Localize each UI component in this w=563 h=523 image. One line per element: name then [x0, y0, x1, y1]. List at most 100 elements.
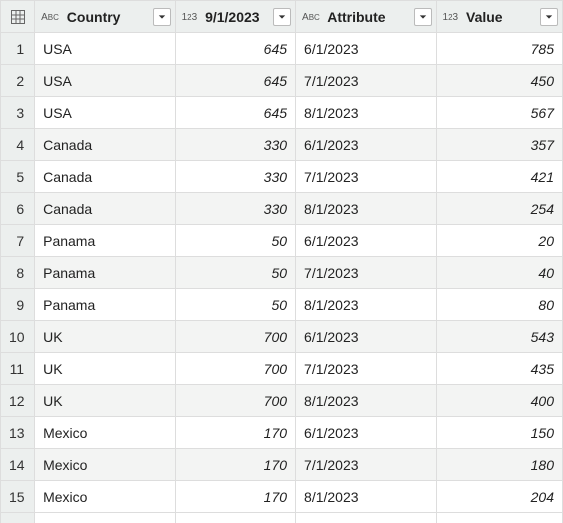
row-number[interactable]: 8: [1, 257, 35, 289]
cell-country[interactable]: Panama: [35, 289, 176, 321]
cell-value[interactable]: 204: [436, 481, 562, 513]
cell-country[interactable]: Mexico: [35, 449, 176, 481]
cell-country[interactable]: Mexico: [35, 417, 176, 449]
table-row[interactable]: 7Panama506/1/202320: [1, 225, 563, 257]
cell-sep1[interactable]: 170: [175, 417, 295, 449]
column-header-value[interactable]: 123 Value: [436, 1, 562, 33]
cell-sep1[interactable]: 170: [175, 449, 295, 481]
cell-attribute[interactable]: 7/1/2023: [296, 449, 437, 481]
filter-dropdown[interactable]: [414, 8, 432, 26]
cell-country[interactable]: UK: [35, 385, 176, 417]
table-row[interactable]: 6Canada3308/1/2023254: [1, 193, 563, 225]
row-number[interactable]: 5: [1, 161, 35, 193]
table-row[interactable]: 10UK7006/1/2023543: [1, 321, 563, 353]
cell-attribute[interactable]: 6/1/2023: [296, 129, 437, 161]
cell-attribute[interactable]: 7/1/2023: [296, 161, 437, 193]
row-number[interactable]: 3: [1, 97, 35, 129]
cell-value[interactable]: 357: [436, 129, 562, 161]
cell-sep1[interactable]: 170: [175, 481, 295, 513]
cell-value[interactable]: 254: [436, 193, 562, 225]
cell-attribute[interactable]: 6/1/2023: [296, 321, 437, 353]
cell-attribute[interactable]: 7/1/2023: [296, 65, 437, 97]
cell-value[interactable]: 421: [436, 161, 562, 193]
cell-sep1[interactable]: 50: [175, 289, 295, 321]
table-row[interactable]: 13Mexico1706/1/2023150: [1, 417, 563, 449]
cell-attribute[interactable]: 8/1/2023: [296, 97, 437, 129]
cell-value[interactable]: 435: [436, 353, 562, 385]
table-row[interactable]: 4Canada3306/1/2023357: [1, 129, 563, 161]
row-number[interactable]: 10: [1, 321, 35, 353]
filter-dropdown[interactable]: [273, 8, 291, 26]
cell-country[interactable]: Panama: [35, 257, 176, 289]
row-number[interactable]: 1: [1, 33, 35, 65]
cell-sep1[interactable]: 645: [175, 65, 295, 97]
cell-country[interactable]: USA: [35, 33, 176, 65]
row-number[interactable]: 12: [1, 385, 35, 417]
row-number[interactable]: 6: [1, 193, 35, 225]
select-all-corner[interactable]: [1, 1, 35, 33]
column-label: 9/1/2023: [205, 9, 260, 25]
cell-sep1[interactable]: 700: [175, 385, 295, 417]
cell-sep1[interactable]: 645: [175, 97, 295, 129]
column-header-attribute[interactable]: ABC Attribute: [296, 1, 437, 33]
cell-country[interactable]: USA: [35, 65, 176, 97]
cell-country[interactable]: UK: [35, 353, 176, 385]
table-row[interactable]: 11UK7007/1/2023435: [1, 353, 563, 385]
row-number[interactable]: 7: [1, 225, 35, 257]
table-row[interactable]: 12UK7008/1/2023400: [1, 385, 563, 417]
row-number[interactable]: 15: [1, 481, 35, 513]
filter-dropdown[interactable]: [153, 8, 171, 26]
table-row[interactable]: 14Mexico1707/1/2023180: [1, 449, 563, 481]
cell-attribute[interactable]: 8/1/2023: [296, 481, 437, 513]
table-row[interactable]: 3USA6458/1/2023567: [1, 97, 563, 129]
cell-value[interactable]: 150: [436, 417, 562, 449]
cell-value[interactable]: 400: [436, 385, 562, 417]
cell-value[interactable]: 543: [436, 321, 562, 353]
cell-country[interactable]: Mexico: [35, 481, 176, 513]
column-header-sep1[interactable]: 123 9/1/2023: [175, 1, 295, 33]
row-number[interactable]: 2: [1, 65, 35, 97]
filter-dropdown[interactable]: [540, 8, 558, 26]
cell-value[interactable]: 20: [436, 225, 562, 257]
cell-attribute[interactable]: 7/1/2023: [296, 257, 437, 289]
cell-sep1[interactable]: 700: [175, 321, 295, 353]
cell-attribute[interactable]: 6/1/2023: [296, 225, 437, 257]
cell-attribute[interactable]: 8/1/2023: [296, 385, 437, 417]
cell-attribute[interactable]: 8/1/2023: [296, 289, 437, 321]
cell-sep1[interactable]: 50: [175, 257, 295, 289]
row-number[interactable]: 14: [1, 449, 35, 481]
table-row[interactable]: 8Panama507/1/202340: [1, 257, 563, 289]
cell-attribute[interactable]: 6/1/2023: [296, 33, 437, 65]
cell-country[interactable]: UK: [35, 321, 176, 353]
cell-sep1[interactable]: 330: [175, 129, 295, 161]
cell-sep1[interactable]: 50: [175, 225, 295, 257]
column-header-country[interactable]: ABC Country: [35, 1, 176, 33]
cell-country[interactable]: USA: [35, 97, 176, 129]
row-number[interactable]: 11: [1, 353, 35, 385]
cell-sep1[interactable]: 700: [175, 353, 295, 385]
cell-sep1[interactable]: 330: [175, 193, 295, 225]
row-number[interactable]: 9: [1, 289, 35, 321]
cell-value[interactable]: 785: [436, 33, 562, 65]
cell-country[interactable]: Panama: [35, 225, 176, 257]
table-row[interactable]: 15Mexico1708/1/2023204: [1, 481, 563, 513]
cell-attribute[interactable]: 6/1/2023: [296, 417, 437, 449]
cell-country[interactable]: Canada: [35, 129, 176, 161]
row-number[interactable]: 13: [1, 417, 35, 449]
table-row[interactable]: 9Panama508/1/202380: [1, 289, 563, 321]
cell-value[interactable]: 567: [436, 97, 562, 129]
cell-country[interactable]: Canada: [35, 161, 176, 193]
table-row[interactable]: 1USA6456/1/2023785: [1, 33, 563, 65]
table-row[interactable]: 2USA6457/1/2023450: [1, 65, 563, 97]
cell-value[interactable]: 80: [436, 289, 562, 321]
cell-attribute[interactable]: 8/1/2023: [296, 193, 437, 225]
cell-value[interactable]: 180: [436, 449, 562, 481]
cell-value[interactable]: 450: [436, 65, 562, 97]
cell-attribute[interactable]: 7/1/2023: [296, 353, 437, 385]
row-number[interactable]: 4: [1, 129, 35, 161]
table-row[interactable]: 5Canada3307/1/2023421: [1, 161, 563, 193]
cell-country[interactable]: Canada: [35, 193, 176, 225]
cell-sep1[interactable]: 330: [175, 161, 295, 193]
cell-sep1[interactable]: 645: [175, 33, 295, 65]
cell-value[interactable]: 40: [436, 257, 562, 289]
